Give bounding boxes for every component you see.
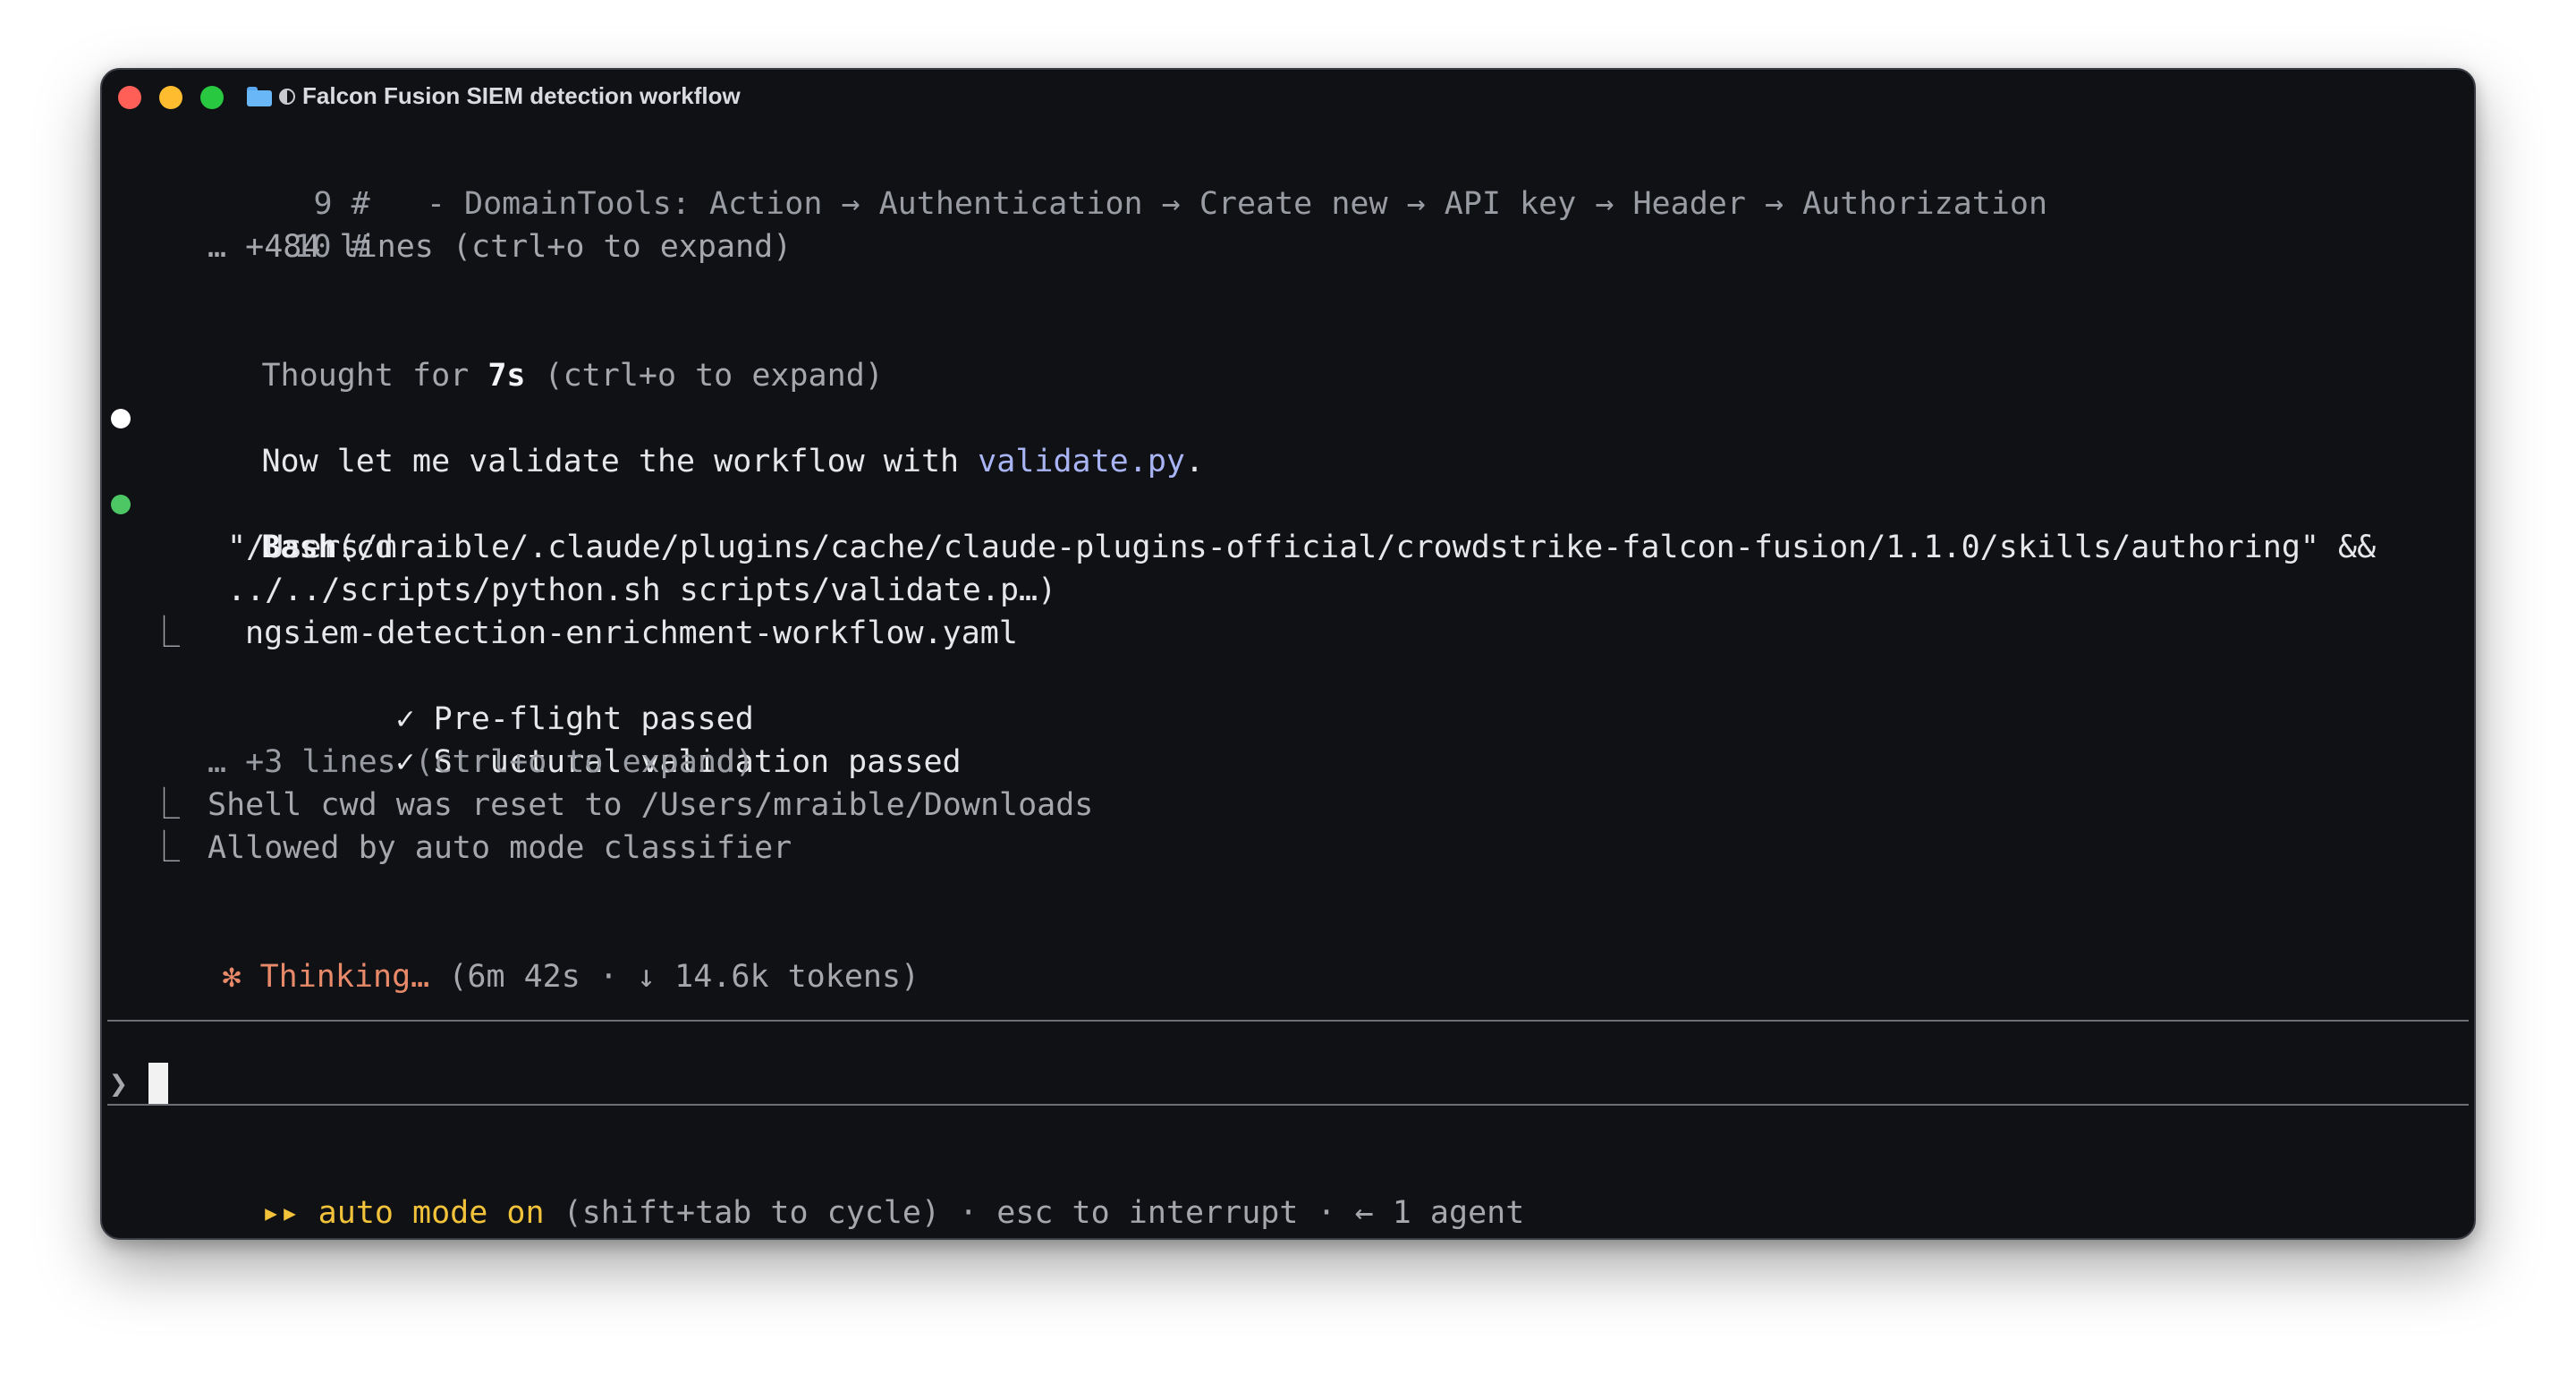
code-text: # - DomainTools: Action → Authentication… — [351, 186, 2048, 222]
input-bottom-divider — [107, 1104, 2469, 1106]
collapsed-lines-hint[interactable]: … +484 lines (ctrl+o to expand) — [208, 225, 792, 268]
assistant-message: Now let me validate the workflow with va… — [148, 397, 1204, 479]
bash-command-line: ../../scripts/python.sh scripts/validate… — [227, 572, 1057, 608]
output-filename: ngsiem-detection-enrichment-workflow.yam… — [245, 615, 1018, 651]
footer-hints: (shift+tab to cycle) · esc to interrupt … — [544, 1195, 1525, 1231]
message-end: . — [1184, 444, 1205, 479]
check-item: ✓ Pre-flight passed — [283, 655, 753, 737]
input-top-divider — [107, 1020, 2469, 1022]
message-bullet-icon — [111, 409, 131, 428]
output-note: Allowed by auto mode classifier — [208, 830, 792, 866]
thinking-status: ✻ Thinking… (6m 42s · ↓ 14.6k tokens) — [109, 912, 919, 995]
mode-footer: ▸▸ auto mode on (shift+tab to cycle) · e… — [148, 1149, 1524, 1231]
check-item: ✓ Structural validation passed — [283, 698, 961, 780]
bash-command-line: "/Users/mraible/.claude/plugins/cache/cl… — [227, 530, 2377, 565]
message-text: Now let me validate the workflow with — [261, 444, 979, 479]
thought-duration: 7s — [487, 358, 526, 394]
thought-summary[interactable]: Thought for 7s (ctrl+o to expand) — [148, 311, 883, 394]
thought-prefix: Thought for — [261, 358, 488, 394]
output-note: Shell cwd was reset to /Users/mraible/Do… — [208, 787, 1094, 823]
bash-call: Bash(cd — [148, 483, 394, 565]
terminal-window: Falcon Fusion SIEM detection workflow 9 … — [100, 68, 2476, 1240]
tree-branch-icon: ⎿ — [148, 787, 181, 823]
tree-branch-icon: ⎿ — [148, 830, 181, 866]
thought-suffix: (ctrl+o to expand) — [525, 358, 884, 394]
collapsed-lines-hint[interactable]: … +3 lines (ctrl+o to expand) — [208, 741, 754, 784]
thinking-label: Thinking… — [259, 959, 430, 995]
prompt-input[interactable] — [138, 1023, 2469, 1102]
terminal-output: 9 # - DomainTools: Action → Authenticati… — [102, 70, 2474, 1238]
file-reference: validate.py — [978, 444, 1185, 479]
spinner-icon: ✻ — [222, 959, 242, 995]
fast-forward-icon: ▸▸ — [261, 1195, 300, 1231]
prompt-chevron-icon: ❯ — [109, 1066, 129, 1102]
code-line: 10 # — [181, 182, 369, 265]
tree-branch-icon: ⎿ — [148, 615, 181, 651]
code-line: 9 # - DomainTools: Action → Authenticati… — [200, 140, 2047, 222]
auto-mode-label[interactable]: auto mode on — [318, 1195, 545, 1231]
success-status-icon — [111, 495, 131, 514]
thinking-detail: (6m 42s · ↓ 14.6k tokens) — [429, 959, 920, 995]
